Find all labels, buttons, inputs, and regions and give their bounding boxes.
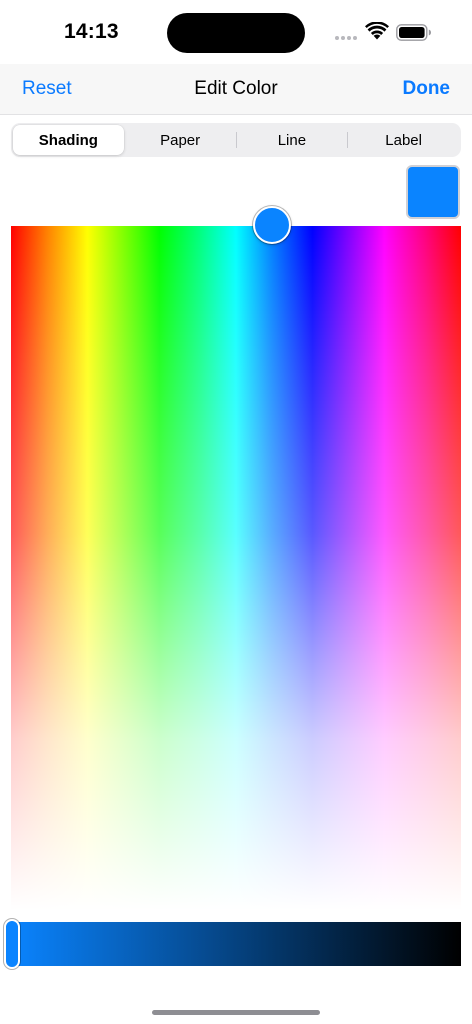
segment-label[interactable]: Label [348, 125, 459, 155]
segment-paper[interactable]: Paper [125, 125, 236, 155]
brightness-slider-handle[interactable] [4, 919, 20, 969]
selected-color-swatch [406, 165, 460, 219]
color-spectrum-picker[interactable] [11, 226, 461, 910]
done-button[interactable]: Done [403, 78, 451, 100]
segment-shading[interactable]: Shading [13, 125, 124, 155]
status-bar: 14:13 [0, 0, 472, 64]
brightness-slider-track[interactable] [11, 922, 461, 966]
cellular-signal-icon [335, 35, 359, 41]
dynamic-island [167, 13, 305, 53]
wifi-icon [365, 22, 389, 40]
page-title: Edit Color [194, 78, 278, 99]
status-time: 14:13 [64, 20, 119, 43]
spectrum-selector-handle[interactable] [253, 206, 291, 244]
battery-icon [396, 24, 431, 41]
color-target-segmented-control: Shading Paper Line Label [11, 123, 461, 157]
home-indicator[interactable] [152, 1010, 320, 1015]
edit-color-screen: 14:13 Reset Edit Color Done Shading Pape… [0, 0, 472, 1024]
navigation-bar: Reset Edit Color Done [0, 64, 472, 115]
segment-line[interactable]: Line [237, 125, 348, 155]
